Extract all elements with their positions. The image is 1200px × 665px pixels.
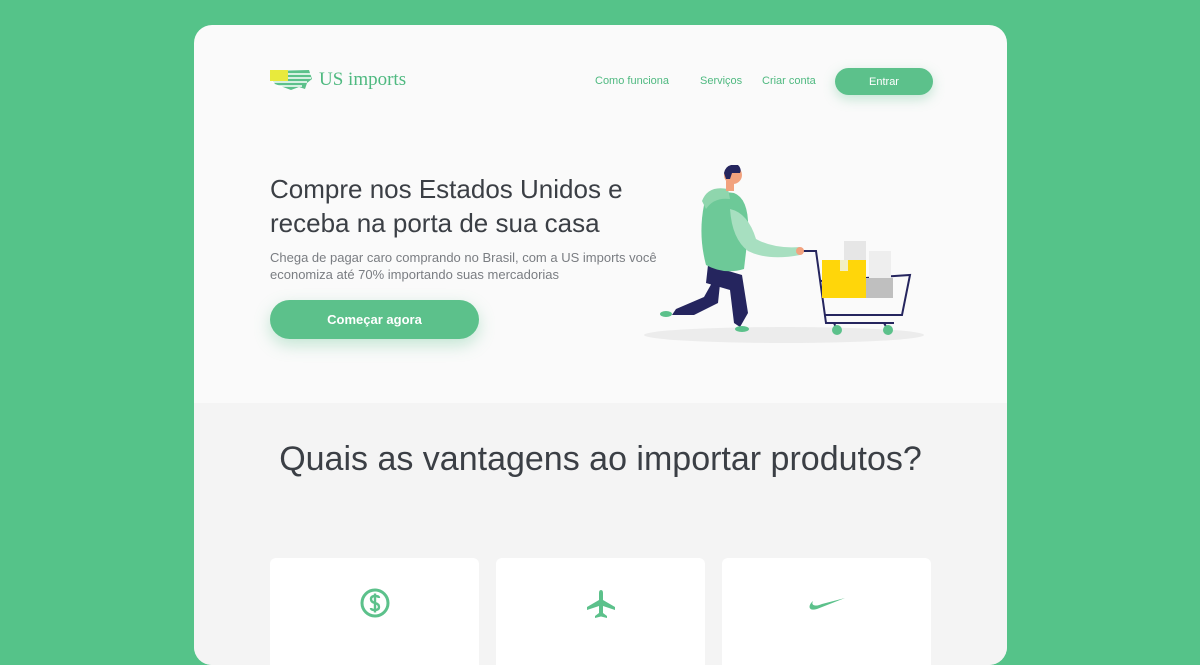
feature-card-shipping[interactable] <box>496 558 705 665</box>
nav-link-como-funciona[interactable]: Como funciona <box>595 75 669 87</box>
shopping-cart-illustration <box>644 165 924 343</box>
brand-name: US imports <box>319 69 407 90</box>
nav-link-servicos[interactable]: Serviços <box>700 75 742 87</box>
us-map-flag-icon <box>270 70 312 90</box>
dollar-circle-icon <box>360 588 389 618</box>
feature-card-price[interactable] <box>270 558 479 665</box>
start-now-button[interactable]: Começar agora <box>270 300 479 339</box>
airplane-icon <box>586 590 615 618</box>
advantages-section: Quais as vantagens ao importar produtos? <box>194 403 1007 665</box>
nike-swoosh-icon <box>809 598 845 610</box>
nav-link-criar-conta[interactable]: Criar conta <box>762 75 816 87</box>
hero-subtitle: Chega de pagar caro comprando no Brasil,… <box>270 250 657 282</box>
feature-card-brands[interactable] <box>722 558 931 665</box>
login-button[interactable]: Entrar <box>835 68 933 95</box>
hero-title: Compre nos Estados Unidos e receba na po… <box>270 174 623 238</box>
brand-logo[interactable]: US imports <box>269 67 406 93</box>
advantages-title: Quais as vantagens ao importar produtos? <box>279 440 922 478</box>
landing-page-card: US imports Como funciona Serviços Criar … <box>194 25 1007 665</box>
